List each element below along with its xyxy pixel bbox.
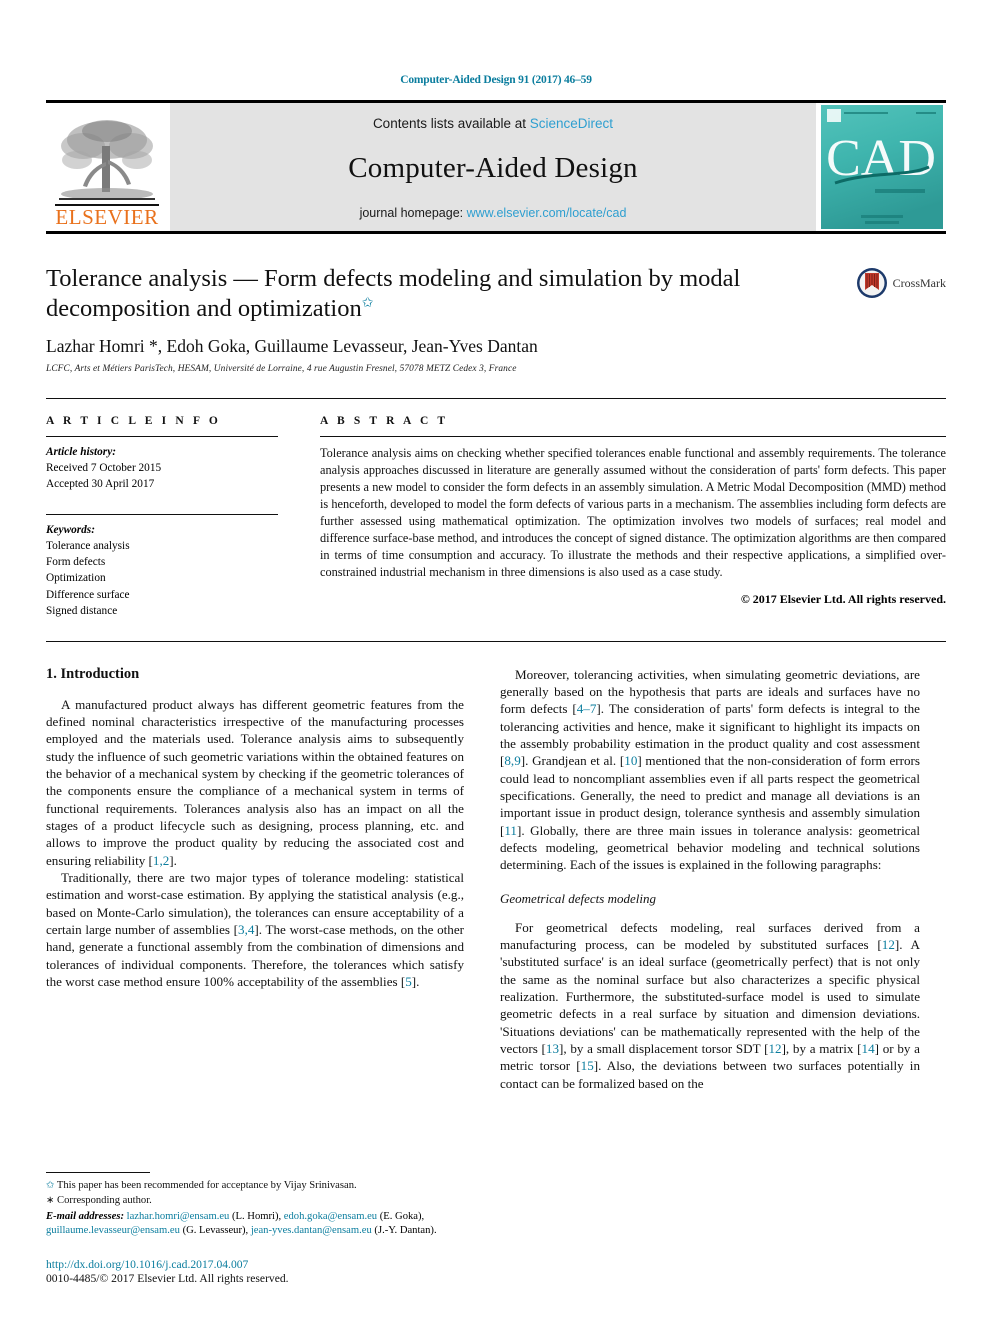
body-left-column: 1. Introduction A manufactured product a…	[46, 666, 464, 1093]
citation-link[interactable]: 1,2	[153, 853, 169, 868]
email-person: (G. Levasseur)	[182, 1225, 246, 1237]
journal-title: Computer-Aided Design	[348, 152, 638, 184]
abstract-copyright: © 2017 Elsevier Ltd. All rights reserved…	[740, 592, 946, 607]
elsevier-wordmark: ELSEVIER	[55, 204, 159, 229]
journal-masthead: ELSEVIER Contents lists available at Sci…	[46, 100, 946, 234]
page-title: Tolerance analysis — Form defects modeli…	[46, 264, 791, 323]
keyword-item: Form defects	[46, 556, 106, 569]
abstract-text: Tolerance analysis aims on checking whet…	[320, 446, 946, 580]
citation-link[interactable]: 4–7	[577, 701, 597, 716]
citation-link[interactable]: 3,4	[238, 922, 254, 937]
footnotes-block: ✩ This paper has been recommended for ac…	[46, 1171, 464, 1239]
svg-text:CAD: CAD	[826, 130, 936, 187]
info-abstract-region: A R T I C L E I N F O Article history: R…	[46, 398, 946, 618]
citation-link[interactable]: 15	[581, 1058, 594, 1073]
citation-link[interactable]: 10	[624, 753, 637, 768]
divider	[46, 514, 278, 516]
journal-homepage-link[interactable]: www.elsevier.com/locate/cad	[467, 206, 627, 220]
citation-link[interactable]: 11	[504, 823, 517, 838]
email-person: (J.-Y. Dantan)	[374, 1225, 434, 1237]
sciencedirect-link[interactable]: ScienceDirect	[530, 116, 613, 131]
keyword-item: Signed distance	[46, 604, 118, 617]
elsevier-logo: ELSEVIER	[46, 103, 168, 231]
keyword-item: Optimization	[46, 572, 106, 585]
citation-link[interactable]: 12	[882, 937, 895, 952]
body-columns: 1. Introduction A manufactured product a…	[46, 666, 946, 1093]
paper-page: Computer-Aided Design 91 (2017) 46–59 EL…	[0, 0, 992, 1323]
section-title-introduction: 1. Introduction	[46, 665, 140, 682]
journal-cover-thumbnail: CAD	[818, 103, 946, 231]
subsection-title-geometrical-defects-modeling: Geometrical defects modeling	[500, 890, 656, 906]
email-link[interactable]: edoh.goka@ensam.eu	[284, 1211, 377, 1222]
footnote-rule	[46, 1171, 150, 1173]
keyword-item: Difference surface	[46, 588, 130, 601]
keywords-block: Keywords: Tolerance analysis Form defect…	[46, 522, 278, 618]
citation-link[interactable]: 14	[862, 1041, 875, 1056]
abstract-column: A B S T R A C T Tolerance analysis aims …	[320, 415, 946, 618]
doi-footer: http://dx.doi.org/10.1016/j.cad.2017.04.…	[46, 1258, 476, 1285]
journal-homepage-line: journal homepage: www.elsevier.com/locat…	[360, 206, 627, 220]
citation-link[interactable]: 8,9	[504, 753, 520, 768]
citation-link[interactable]: 13	[546, 1041, 559, 1056]
footnote-marker-acceptance: ✩	[46, 1179, 55, 1191]
paragraph: A manufactured product always has differ…	[46, 696, 464, 868]
crossmark-icon	[856, 268, 887, 298]
article-history-label: Article history:	[46, 446, 116, 459]
history-received: Received 7 October 2015	[46, 462, 162, 475]
history-accepted: Accepted 30 April 2017	[46, 478, 155, 491]
abstract-heading: A B S T R A C T	[320, 415, 449, 428]
footnote-corresponding-text: Corresponding author.	[57, 1195, 152, 1207]
footnote-emails: E-mail addresses: lazhar.homri@ensam.eu …	[46, 1210, 437, 1237]
paper-title-text: Tolerance analysis — Form defects modeli…	[46, 265, 741, 322]
footnote-acceptance: ✩ This paper has been recommended for ac…	[46, 1179, 464, 1194]
journal-banner: Contents lists available at ScienceDirec…	[170, 103, 816, 231]
keywords-label: Keywords:	[46, 524, 95, 537]
divider	[46, 436, 278, 438]
article-info-heading: A R T I C L E I N F O	[46, 415, 221, 428]
article-history: Article history: Received 7 October 2015…	[46, 444, 278, 492]
issn-copyright-line: 0010-4485/© 2017 Elsevier Ltd. All right…	[46, 1272, 289, 1285]
paragraph: Moreover, tolerancing activities, when s…	[500, 666, 920, 873]
email-link[interactable]: guillaume.levasseur@ensam.eu	[46, 1225, 180, 1236]
contents-prefix: Contents lists available at	[372, 116, 530, 131]
keyword-item: Tolerance analysis	[46, 540, 130, 553]
title-block: Tolerance analysis — Form defects modeli…	[46, 234, 946, 374]
divider	[320, 436, 946, 438]
email-person: (L. Homri)	[232, 1210, 279, 1222]
running-head: Computer-Aided Design 91 (2017) 46–59	[400, 74, 592, 86]
footnote-corresponding: ∗ Corresponding author.	[46, 1194, 464, 1209]
email-link[interactable]: lazhar.homri@ensam.eu	[127, 1211, 230, 1222]
citation-link[interactable]: 5	[405, 974, 412, 989]
footnote-marker-corresponding: ∗	[46, 1195, 55, 1207]
title-footnote-marker[interactable]: ✩	[362, 295, 374, 310]
homepage-prefix: journal homepage:	[359, 206, 467, 220]
doi-link[interactable]: http://dx.doi.org/10.1016/j.cad.2017.04.…	[46, 1258, 476, 1271]
crossmark-badge[interactable]: CrossMark	[856, 267, 946, 299]
footnote-acceptance-text: This paper has been recommended for acce…	[56, 1179, 357, 1191]
affiliation: LCFC, Arts et Métiers ParisTech, HESAM, …	[46, 364, 517, 375]
email-link[interactable]: jean-yves.dantan@ensam.eu	[251, 1225, 372, 1236]
crossmark-label: CrossMark	[892, 275, 946, 290]
contents-list-line: Contents lists available at ScienceDirec…	[373, 116, 613, 131]
author-list: Lazhar Homri *, Edoh Goka, Guillaume Lev…	[46, 336, 538, 357]
paragraph: For geometrical defects modeling, real s…	[500, 919, 920, 1091]
cad-cover-icon: CAD	[821, 105, 943, 229]
email-person: (E. Goka)	[379, 1210, 422, 1222]
divider	[46, 640, 946, 642]
citation-link[interactable]: 12	[768, 1041, 781, 1056]
article-info-column: A R T I C L E I N F O Article history: R…	[46, 415, 278, 618]
paragraph: Traditionally, there are two major types…	[46, 870, 464, 990]
elsevier-tree-icon	[57, 116, 157, 204]
email-addresses-label: E-mail addresses:	[46, 1210, 124, 1222]
body-right-column: Moreover, tolerancing activities, when s…	[500, 666, 920, 1093]
